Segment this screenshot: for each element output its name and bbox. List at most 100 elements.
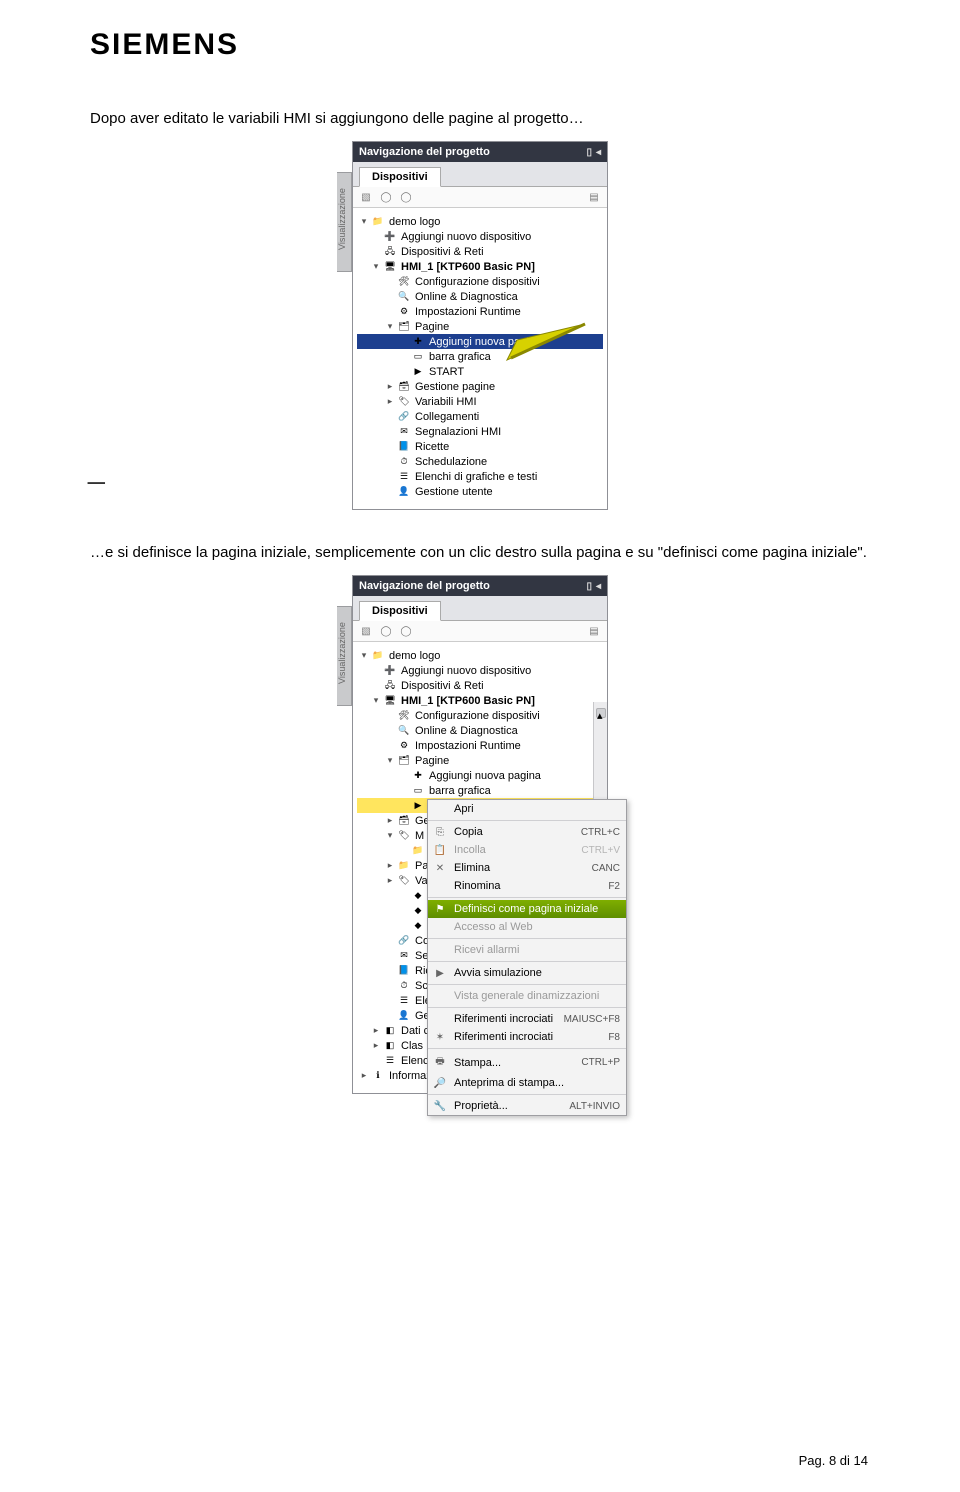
toolbar-extra-icon[interactable]: ▤ [587,190,601,204]
chevron-icon[interactable] [385,487,395,497]
tab-dispositivi-2[interactable]: Dispositivi [359,601,441,621]
tree-item[interactable]: 👤Gestione utente [357,484,603,499]
tree-item[interactable]: ⚙Impostazioni Runtime [357,738,603,753]
tab-dispositivi[interactable]: Dispositivi [359,167,441,187]
tree-item[interactable]: ▾🖥HMI_1 [KTP600 Basic PN] [357,259,603,274]
tree-item[interactable]: ▾📁demo logo [357,214,603,229]
chevron-icon[interactable]: ▾ [359,217,369,227]
context-menu-item[interactable]: ⚑Definisci come pagina iniziale [428,900,626,918]
chevron-icon[interactable] [385,711,395,721]
chevron-icon[interactable] [399,801,409,811]
tree-item[interactable]: 🔗Collegamenti [357,409,603,424]
context-menu-item[interactable]: Apri [428,800,626,818]
toolbar-extra-icon-2[interactable]: ▤ [587,624,601,638]
panel-min-icon[interactable]: ▯ [586,147,592,158]
tree-item[interactable]: 🖧Dispositivi & Reti [357,678,603,693]
chevron-icon[interactable] [385,442,395,452]
tree-item[interactable]: ▭barra grafica [357,349,603,364]
tree-item[interactable]: ▾🖥HMI_1 [KTP600 Basic PN] [357,693,603,708]
tree-item[interactable]: ➕Aggiungi nuovo dispositivo [357,663,603,678]
chevron-icon[interactable]: ▾ [371,696,381,706]
tree-item[interactable]: 🛠Configurazione dispositivi [357,708,603,723]
chevron-icon[interactable] [385,726,395,736]
chevron-icon[interactable] [385,277,395,287]
chevron-icon[interactable]: ▸ [371,1026,381,1036]
tree-item[interactable]: ✉Segnalazioni HMI [357,424,603,439]
chevron-icon[interactable]: ▸ [385,876,395,886]
context-menu-item[interactable]: RinominaF2 [428,877,626,895]
chevron-icon[interactable]: ▸ [385,861,395,871]
toolbar-new-icon[interactable]: ▧ [359,190,373,204]
tree-item[interactable]: ✚Aggiungi nuova pagina [357,768,603,783]
chevron-icon[interactable] [385,951,395,961]
chevron-icon[interactable] [385,936,395,946]
chevron-icon[interactable]: ▾ [371,262,381,272]
chevron-icon[interactable] [371,247,381,257]
tree-item[interactable]: ⚙Impostazioni Runtime [357,304,603,319]
tree-item[interactable]: ▶START [357,364,603,379]
toolbar-new-icon-2[interactable]: ▧ [359,624,373,638]
chevron-icon[interactable] [399,337,409,347]
chevron-icon[interactable] [385,457,395,467]
tree-item[interactable]: 🖧Dispositivi & Reti [357,244,603,259]
tree-item[interactable]: ✚Aggiungi nuova pagina [357,334,603,349]
chevron-icon[interactable]: ▸ [385,382,395,392]
chevron-icon[interactable] [399,846,409,856]
side-tab-visualizzazione-2[interactable]: Visualizzazione [337,606,352,706]
toolbar-back-icon[interactable]: ◯ [379,190,393,204]
chevron-icon[interactable]: ▾ [359,651,369,661]
tree-item[interactable]: 🛠Configurazione dispositivi [357,274,603,289]
chevron-icon[interactable] [399,906,409,916]
context-menu-item[interactable]: 🖶Stampa...CTRL+P [428,1051,626,1074]
panel-min-icon-2[interactable]: ▯ [586,581,592,592]
chevron-icon[interactable] [399,921,409,931]
chevron-icon[interactable] [385,307,395,317]
chevron-icon[interactable] [385,412,395,422]
chevron-icon[interactable]: ▸ [359,1071,369,1081]
chevron-icon[interactable] [399,771,409,781]
chevron-icon[interactable]: ▸ [385,816,395,826]
context-menu-item[interactable]: ▶Avvia simulazione [428,964,626,982]
chevron-icon[interactable]: ▾ [385,322,395,332]
chevron-icon[interactable] [385,292,395,302]
toolbar-back-icon-2[interactable]: ◯ [379,624,393,638]
chevron-icon[interactable] [399,891,409,901]
context-menu-item[interactable]: 🔧Proprietà...ALT+INVIO [428,1097,626,1115]
panel-collapse-icon[interactable]: ◂ [596,147,601,158]
tree-item[interactable]: ▾📁demo logo [357,648,603,663]
chevron-icon[interactable] [385,981,395,991]
chevron-icon[interactable] [371,666,381,676]
chevron-icon[interactable] [385,966,395,976]
tree-item[interactable]: 🔍Online & Diagnostica [357,289,603,304]
chevron-icon[interactable] [371,232,381,242]
chevron-icon[interactable] [399,786,409,796]
chevron-icon[interactable]: ▾ [385,831,395,841]
tree-item[interactable]: ▸🗃Gestione pagine [357,379,603,394]
tree-item[interactable]: ▾🗂Pagine [357,319,603,334]
context-menu-item[interactable]: ✶Riferimenti incrociatiF8 [428,1028,626,1046]
side-tab-visualizzazione[interactable]: Visualizzazione [337,172,352,272]
scroll-up-icon[interactable]: ▴ [596,708,606,718]
tree-item[interactable]: ▭barra grafica [357,783,603,798]
toolbar-fwd-icon[interactable]: ◯ [399,190,413,204]
chevron-icon[interactable] [371,1056,381,1066]
context-menu-item[interactable]: ⎘CopiaCTRL+C [428,823,626,841]
tree-item[interactable]: ▸🏷Variabili HMI [357,394,603,409]
chevron-icon[interactable]: ▸ [385,397,395,407]
chevron-icon[interactable] [385,741,395,751]
tree-item[interactable]: ☰Elenchi di grafiche e testi [357,469,603,484]
tree-item[interactable]: 🔍Online & Diagnostica [357,723,603,738]
chevron-icon[interactable] [385,1011,395,1021]
tree-item[interactable]: ➕Aggiungi nuovo dispositivo [357,229,603,244]
tree-item[interactable]: 📘Ricette [357,439,603,454]
chevron-icon[interactable] [371,681,381,691]
chevron-icon[interactable] [385,996,395,1006]
context-menu-item[interactable]: ✕EliminaCANC [428,859,626,877]
chevron-icon[interactable] [385,427,395,437]
context-menu-item[interactable]: 🔎Anteprima di stampa... [428,1074,626,1092]
chevron-icon[interactable] [399,367,409,377]
chevron-icon[interactable]: ▾ [385,756,395,766]
chevron-icon[interactable] [385,472,395,482]
context-menu-item[interactable]: Riferimenti incrociatiMAIUSC+F8 [428,1010,626,1028]
tree-item[interactable]: ▾🗂Pagine [357,753,603,768]
